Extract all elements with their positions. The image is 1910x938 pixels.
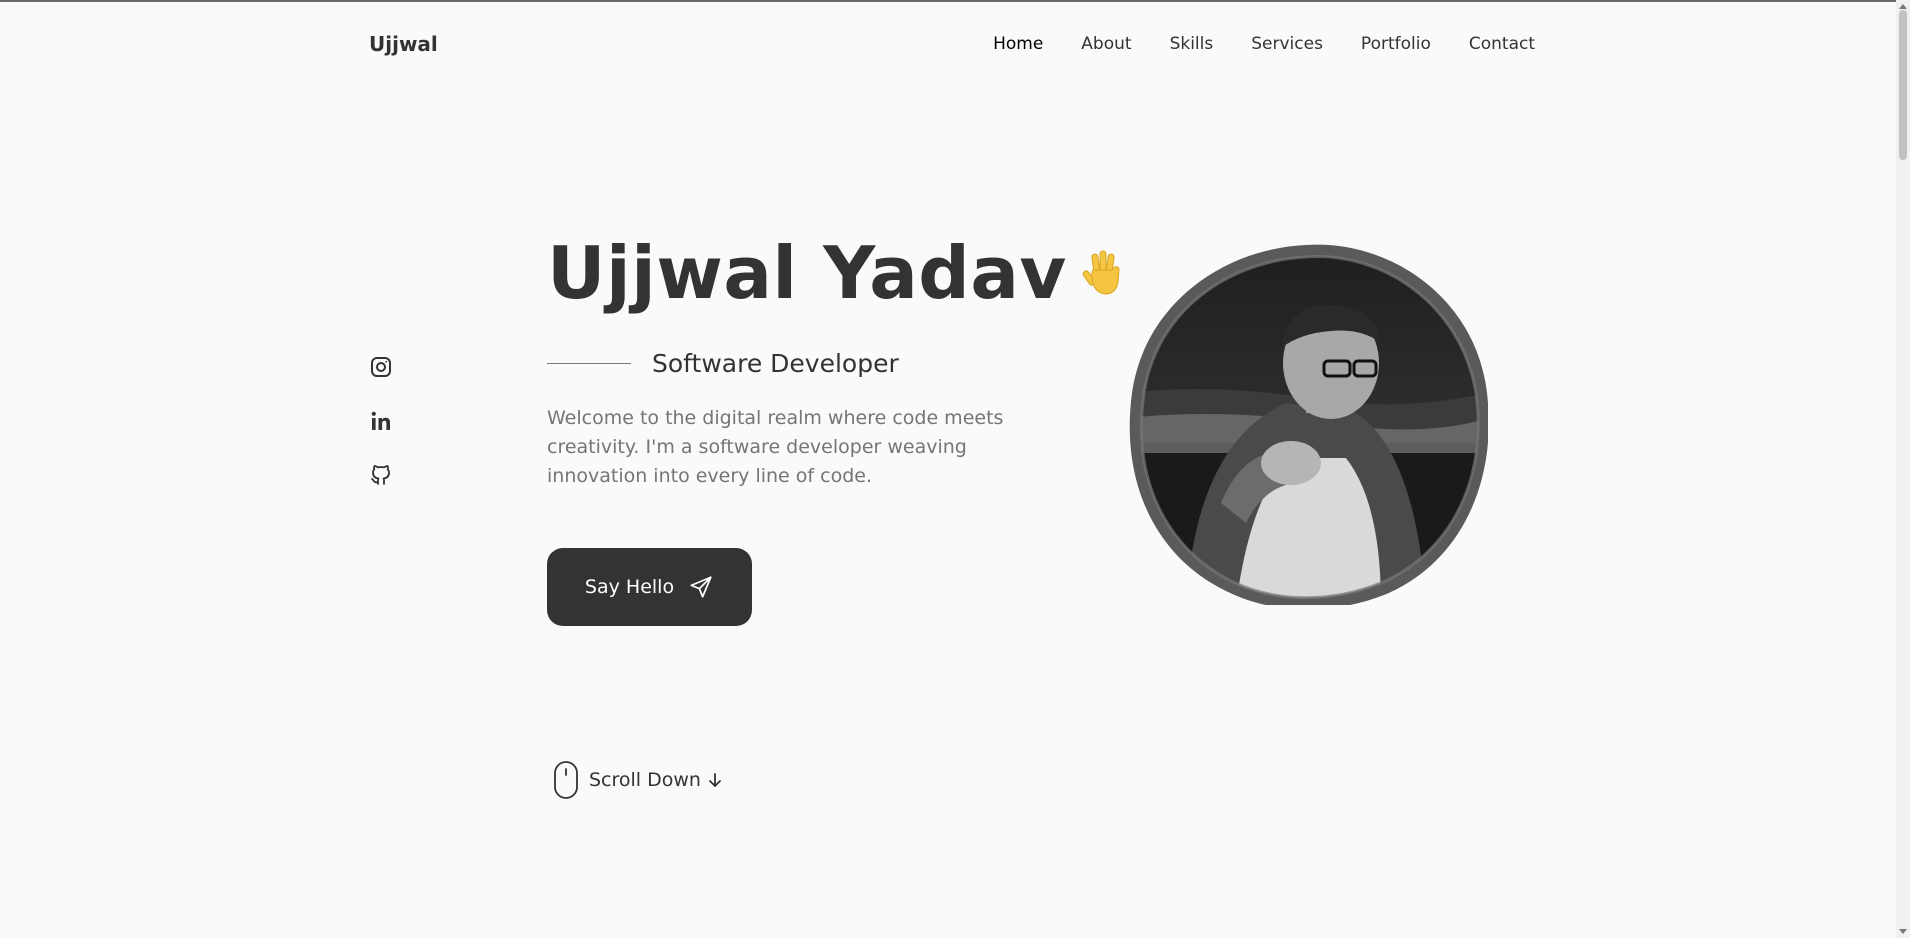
waving-hand-icon (1082, 250, 1120, 295)
nav-skills[interactable]: Skills (1170, 34, 1214, 54)
hero-description: Welcome to the digital realm where code … (547, 407, 1004, 487)
send-icon (690, 576, 712, 598)
subtitle-text: Software Developer (652, 349, 899, 378)
hero-subtitle: Software Developer (547, 349, 899, 378)
mouse-icon (554, 761, 578, 799)
arrow-down-icon (709, 773, 721, 787)
social-links (369, 355, 393, 517)
nav-services[interactable]: Services (1251, 34, 1323, 54)
nav-contact[interactable]: Contact (1469, 34, 1535, 54)
window-top-border (0, 0, 1910, 2)
scroll-down-arrow-icon[interactable] (1899, 929, 1907, 934)
scroll-up-arrow-icon[interactable] (1899, 4, 1907, 9)
github-icon[interactable] (369, 463, 393, 487)
site-logo[interactable]: Ujjwal (369, 32, 438, 56)
nav-about[interactable]: About (1081, 34, 1131, 54)
site-header: Ujjwal Home About Skills Services Portfo… (369, 28, 1535, 62)
profile-photo (1129, 244, 1488, 605)
say-hello-button[interactable]: Say Hello (547, 548, 752, 626)
nav-portfolio[interactable]: Portfolio (1361, 34, 1431, 54)
hero-name: Ujjwal Yadav (547, 231, 1067, 315)
main-nav: Home About Skills Services Portfolio Con… (955, 34, 1535, 54)
scrollbar-thumb[interactable] (1899, 10, 1907, 160)
subtitle-divider (547, 363, 631, 364)
instagram-icon[interactable] (369, 355, 393, 379)
hero-title: Ujjwal Yadav (547, 228, 1126, 318)
page-scrollbar[interactable] (1896, 0, 1910, 938)
scroll-down-link[interactable]: Scroll Down (553, 760, 723, 800)
say-hello-label: Say Hello (584, 576, 675, 598)
nav-home[interactable]: Home (993, 34, 1043, 54)
linkedin-icon[interactable] (369, 409, 393, 433)
scroll-down-label: Scroll Down (589, 769, 701, 791)
